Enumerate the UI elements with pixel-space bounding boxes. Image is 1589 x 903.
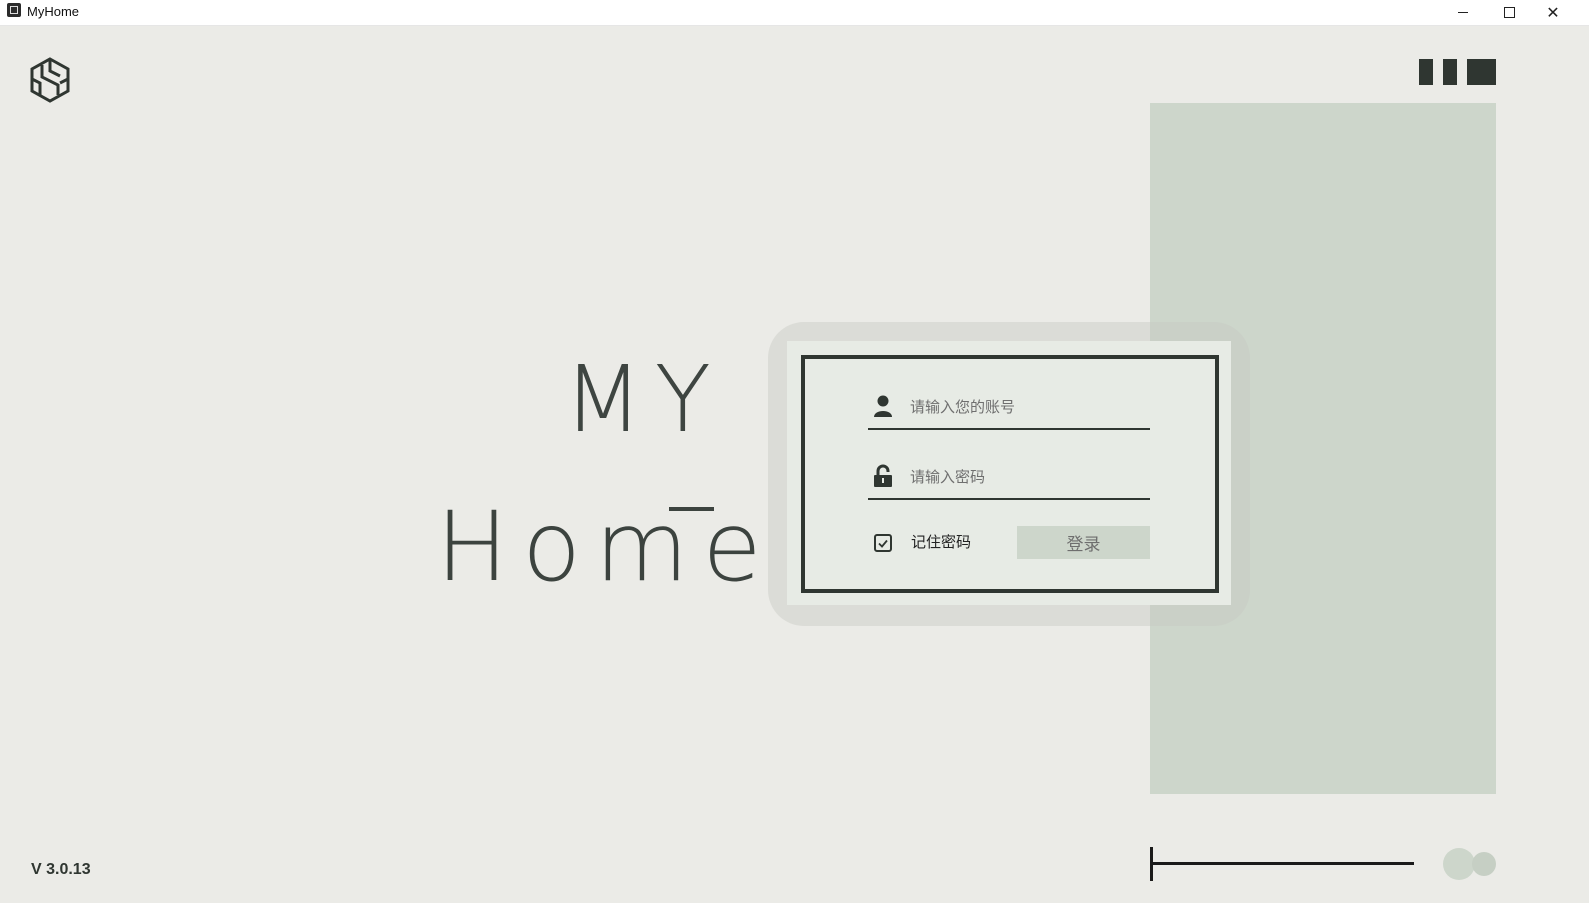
maximize-button[interactable]	[1487, 0, 1531, 25]
layout-toggle-icon[interactable]	[1419, 59, 1433, 85]
user-icon	[874, 395, 892, 417]
theme-toggle-circle[interactable]	[1443, 848, 1475, 880]
lock-icon	[874, 464, 892, 487]
layout-toggle-icon[interactable]	[1443, 59, 1457, 85]
minimize-button[interactable]	[1441, 0, 1485, 25]
version-label: V 3.0.13	[31, 861, 91, 878]
remember-label: 记住密码	[911, 533, 972, 551]
app-icon	[7, 3, 21, 17]
maximize-icon	[1503, 7, 1515, 18]
window-titlebar: MyHome ✕	[0, 0, 1589, 26]
cube-logo-icon	[30, 57, 70, 103]
username-input[interactable]	[910, 394, 1146, 420]
close-button[interactable]: ✕	[1531, 0, 1575, 25]
close-icon: ✕	[1546, 2, 1560, 22]
slider-track[interactable]	[1150, 862, 1414, 865]
window-title: MyHome	[27, 4, 80, 19]
remember-checkbox[interactable]	[874, 534, 892, 552]
password-input[interactable]	[910, 464, 1146, 490]
brand-title-my: MY	[563, 346, 723, 453]
theme-toggle-circle[interactable]	[1472, 852, 1496, 876]
login-button[interactable]: 登录	[1017, 526, 1150, 559]
password-field	[868, 462, 1150, 500]
layout-toggle-icon[interactable]	[1467, 59, 1496, 85]
checkmark-icon	[878, 539, 888, 548]
minimize-icon	[1458, 12, 1468, 13]
username-field	[868, 392, 1150, 430]
title-accent-bar	[669, 507, 714, 511]
